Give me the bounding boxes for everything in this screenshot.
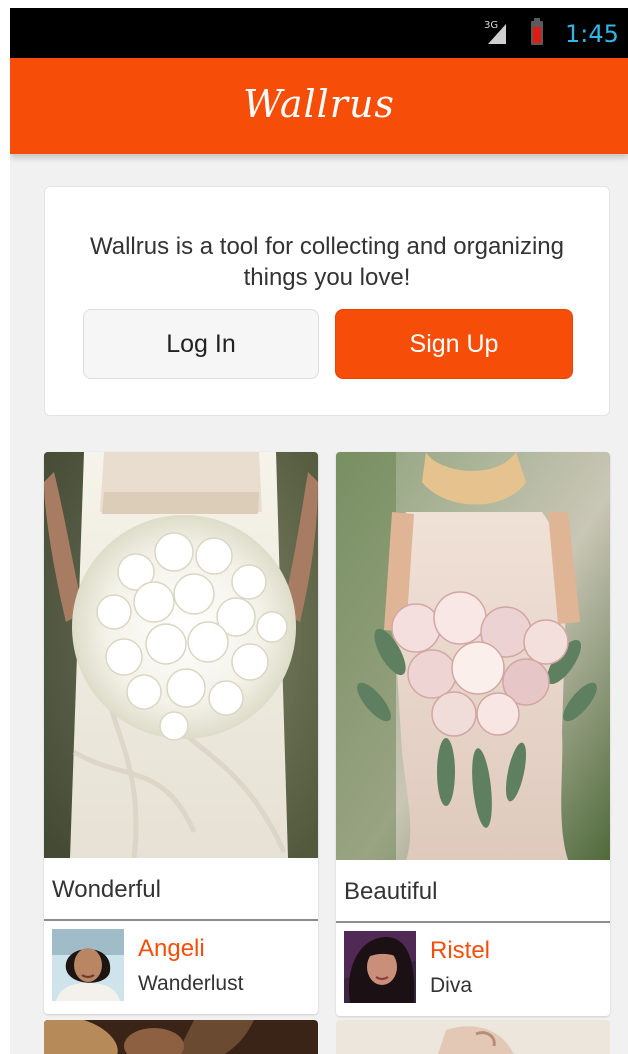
intro-text: Wallrus is a tool for collecting and org… <box>89 233 564 291</box>
clock: 1:45 <box>565 20 619 48</box>
pin-image[interactable] <box>336 452 610 860</box>
divider <box>336 921 610 923</box>
avatar[interactable] <box>52 929 124 1001</box>
pin-card[interactable]: Beautiful Ristel Diva <box>336 452 610 1016</box>
pin-user[interactable]: Ristel Diva <box>344 931 604 1007</box>
intro-card: Wallrus is a tool for collecting and org… <box>44 186 610 416</box>
divider <box>44 919 318 921</box>
pin-card-peek[interactable] <box>44 1020 318 1054</box>
app-title: Wallrus <box>243 82 395 126</box>
board-name[interactable]: Wanderlust <box>138 972 243 996</box>
pin-image[interactable] <box>44 452 318 858</box>
signup-button[interactable]: Sign Up <box>335 309 573 379</box>
pin-user[interactable]: Angeli Wanderlust <box>52 929 312 1005</box>
pin-caption: Beautiful <box>344 878 438 905</box>
pin-card[interactable]: Wonderful Angeli Wanderlust <box>44 452 318 1014</box>
user-name[interactable]: Ristel <box>430 937 490 965</box>
avatar[interactable] <box>344 931 416 1003</box>
battery-icon <box>531 18 543 45</box>
signal-icon <box>488 24 506 44</box>
login-button[interactable]: Log In <box>83 309 319 379</box>
app-bar: Wallrus <box>10 58 628 154</box>
status-bar: 3G 1:45 <box>10 8 628 58</box>
pin-card-peek[interactable] <box>336 1020 610 1054</box>
phone-screen: 3G 1:45 Wallrus Wallrus is a tool for co… <box>10 8 628 1054</box>
board-name[interactable]: Diva <box>430 974 472 998</box>
user-name[interactable]: Angeli <box>138 935 205 963</box>
pin-caption: Wonderful <box>52 876 161 903</box>
